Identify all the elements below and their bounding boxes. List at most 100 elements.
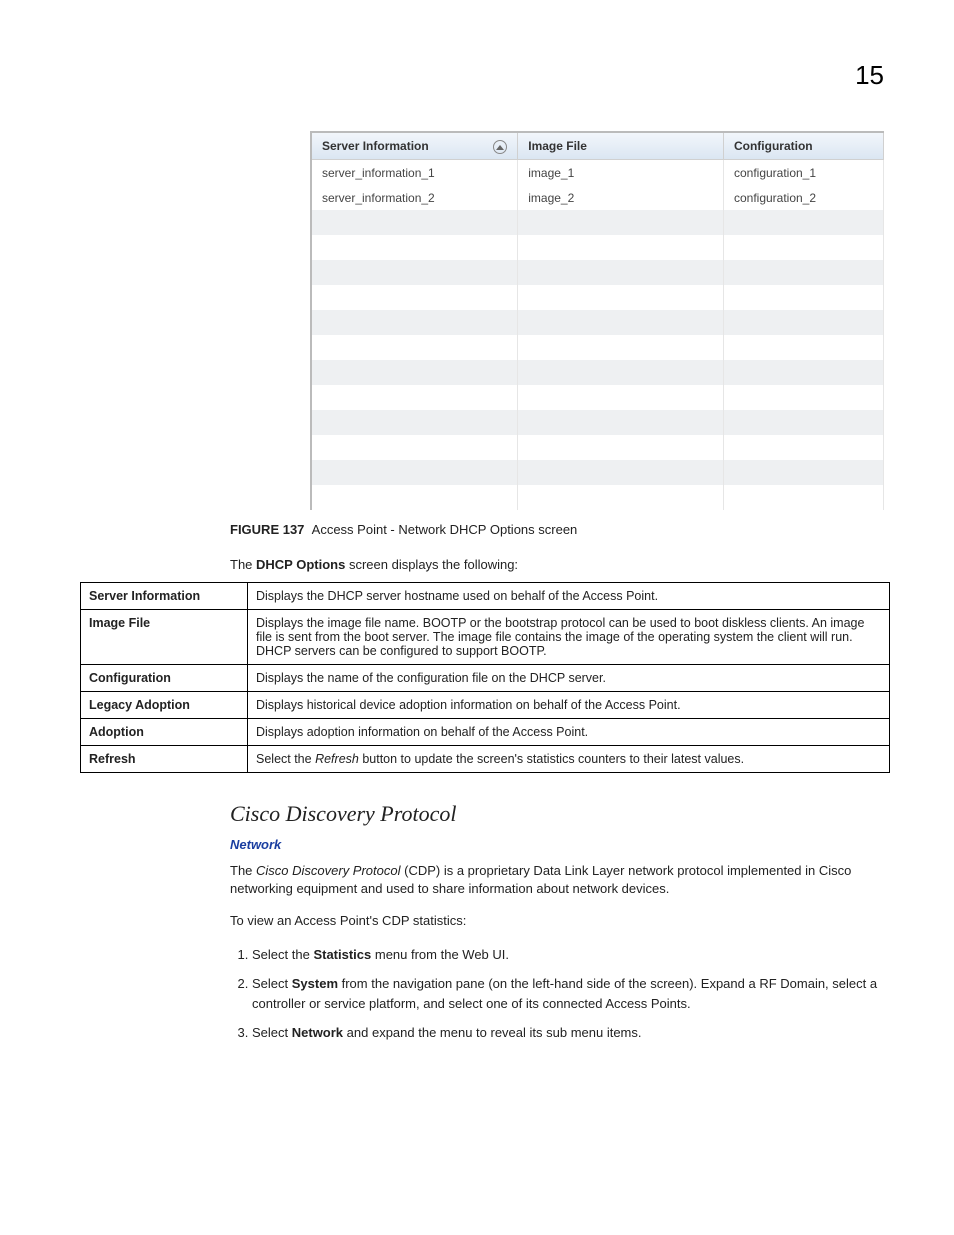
def-row: Legacy Adoption Displays historical devi… bbox=[81, 692, 890, 719]
cell bbox=[518, 260, 724, 285]
cell bbox=[312, 435, 518, 460]
figure-caption: FIGURE 137 Access Point - Network DHCP O… bbox=[230, 522, 884, 537]
table-row[interactable] bbox=[312, 385, 884, 410]
cell bbox=[723, 335, 883, 360]
def-term: Server Information bbox=[81, 583, 248, 610]
cell bbox=[312, 410, 518, 435]
intro-pre: The bbox=[230, 557, 256, 572]
figure-title: Access Point - Network DHCP Options scre… bbox=[312, 522, 578, 537]
cell bbox=[723, 360, 883, 385]
def-row: Configuration Displays the name of the c… bbox=[81, 665, 890, 692]
view-line: To view an Access Point's CDP statistics… bbox=[230, 912, 890, 930]
table-row[interactable] bbox=[312, 410, 884, 435]
col-header-image-file[interactable]: Image File bbox=[518, 133, 724, 160]
cell: image_1 bbox=[518, 160, 724, 186]
cdp-em: Cisco Discovery Protocol bbox=[256, 863, 401, 878]
cell: configuration_2 bbox=[723, 185, 883, 210]
section-title: Cisco Discovery Protocol bbox=[230, 801, 884, 827]
def-term: Configuration bbox=[81, 665, 248, 692]
cell bbox=[312, 285, 518, 310]
grid-body: server_information_1image_1configuration… bbox=[312, 160, 884, 511]
cell bbox=[312, 260, 518, 285]
cdp-paragraph: The Cisco Discovery Protocol (CDP) is a … bbox=[230, 862, 890, 898]
network-link[interactable]: Network bbox=[230, 837, 884, 852]
cell bbox=[518, 460, 724, 485]
cell bbox=[723, 310, 883, 335]
cdp-pre: The bbox=[230, 863, 256, 878]
col-header-label: Configuration bbox=[734, 139, 813, 153]
table-row[interactable] bbox=[312, 260, 884, 285]
step-item: Select Network and expand the menu to re… bbox=[252, 1023, 892, 1043]
def-desc: Displays the image file name. BOOTP or t… bbox=[248, 610, 890, 665]
cell bbox=[312, 485, 518, 510]
cell bbox=[723, 485, 883, 510]
cell bbox=[723, 260, 883, 285]
cell bbox=[518, 285, 724, 310]
col-header-label: Server Information bbox=[322, 139, 429, 153]
steps-list: Select the Statistics menu from the Web … bbox=[230, 945, 892, 1043]
cell bbox=[312, 210, 518, 235]
def-term: Image File bbox=[81, 610, 248, 665]
step-item: Select the Statistics menu from the Web … bbox=[252, 945, 892, 965]
table-row[interactable] bbox=[312, 485, 884, 510]
cell bbox=[723, 285, 883, 310]
def-desc: Select the Refresh button to update the … bbox=[248, 746, 890, 773]
table-row[interactable] bbox=[312, 210, 884, 235]
cell bbox=[312, 235, 518, 260]
cell bbox=[723, 210, 883, 235]
cell bbox=[723, 385, 883, 410]
cell bbox=[312, 385, 518, 410]
def-term: Legacy Adoption bbox=[81, 692, 248, 719]
def-desc: Displays the DHCP server hostname used o… bbox=[248, 583, 890, 610]
def-row: Refresh Select the Refresh button to upd… bbox=[81, 746, 890, 773]
cell bbox=[312, 335, 518, 360]
table-row[interactable]: server_information_1image_1configuration… bbox=[312, 160, 884, 186]
cell bbox=[518, 310, 724, 335]
cell bbox=[518, 235, 724, 260]
table-row[interactable] bbox=[312, 235, 884, 260]
definitions-table: Server Information Displays the DHCP ser… bbox=[80, 582, 890, 773]
def-desc: Displays historical device adoption info… bbox=[248, 692, 890, 719]
intro-line: The DHCP Options screen displays the fol… bbox=[230, 557, 884, 572]
cell: server_information_2 bbox=[312, 185, 518, 210]
cell bbox=[518, 435, 724, 460]
intro-post: screen displays the following: bbox=[345, 557, 518, 572]
col-header-configuration[interactable]: Configuration bbox=[723, 133, 883, 160]
def-row: Image File Displays the image file name.… bbox=[81, 610, 890, 665]
cell bbox=[723, 235, 883, 260]
table-row[interactable] bbox=[312, 435, 884, 460]
cell bbox=[518, 410, 724, 435]
def-desc: Displays adoption information on behalf … bbox=[248, 719, 890, 746]
cell bbox=[518, 210, 724, 235]
sort-asc-icon[interactable] bbox=[493, 140, 507, 154]
cell bbox=[723, 460, 883, 485]
cell: configuration_1 bbox=[723, 160, 883, 186]
def-term: Refresh bbox=[81, 746, 248, 773]
def-desc: Displays the name of the configuration f… bbox=[248, 665, 890, 692]
cell bbox=[518, 335, 724, 360]
col-header-server-info[interactable]: Server Information bbox=[312, 133, 518, 160]
cell bbox=[518, 360, 724, 385]
intro-strong: DHCP Options bbox=[256, 557, 345, 572]
table-row[interactable] bbox=[312, 310, 884, 335]
table-row[interactable] bbox=[312, 285, 884, 310]
cell: server_information_1 bbox=[312, 160, 518, 186]
table-row[interactable] bbox=[312, 335, 884, 360]
dhcp-options-grid: Server Information Image File Configurat… bbox=[312, 133, 884, 510]
def-row: Adoption Displays adoption information o… bbox=[81, 719, 890, 746]
table-row[interactable] bbox=[312, 360, 884, 385]
page-number: 15 bbox=[70, 60, 884, 91]
cell bbox=[312, 360, 518, 385]
col-header-label: Image File bbox=[528, 139, 587, 153]
cell bbox=[312, 460, 518, 485]
cell: image_2 bbox=[518, 185, 724, 210]
table-row[interactable]: server_information_2image_2configuration… bbox=[312, 185, 884, 210]
def-term: Adoption bbox=[81, 719, 248, 746]
step-item: Select System from the navigation pane (… bbox=[252, 974, 892, 1013]
cell bbox=[312, 310, 518, 335]
cell bbox=[518, 385, 724, 410]
figure-label: FIGURE 137 bbox=[230, 522, 304, 537]
table-row[interactable] bbox=[312, 460, 884, 485]
screenshot-table-wrap: Server Information Image File Configurat… bbox=[310, 131, 884, 510]
cell bbox=[723, 410, 883, 435]
